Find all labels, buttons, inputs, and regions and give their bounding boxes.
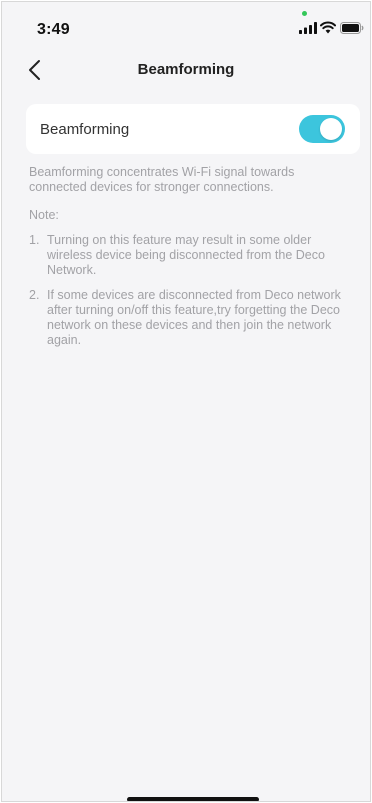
note-number: 2.: [29, 288, 40, 302]
battery-icon: [340, 22, 364, 34]
wifi-icon: [320, 21, 336, 34]
note-label: Note:: [29, 208, 59, 222]
note-text: If some devices are disconnected from De…: [47, 288, 341, 347]
beamforming-setting-card: Beamforming: [26, 104, 360, 154]
note-list: 1. Turning on this feature may result in…: [29, 233, 349, 348]
toggle-knob: [320, 118, 342, 140]
beamforming-toggle[interactable]: [299, 115, 345, 143]
home-indicator: [127, 797, 259, 801]
status-bar: 3:49: [2, 2, 370, 46]
status-time: 3:49: [37, 21, 70, 38]
feature-description: Beamforming concentrates Wi-Fi signal to…: [29, 165, 295, 194]
page-title: Beamforming: [137, 61, 235, 78]
privacy-indicator-dot: [302, 11, 307, 16]
note-item: 1. Turning on this feature may result in…: [29, 233, 349, 278]
beamforming-label: Beamforming: [40, 121, 130, 138]
app-screen: 3:49 Beamforming Beamforming Beamforming…: [1, 1, 371, 802]
navigation-bar: Beamforming: [2, 50, 370, 90]
signal-icon: [299, 22, 317, 34]
note-number: 1.: [29, 233, 40, 247]
note-item: 2. If some devices are disconnected from…: [29, 288, 349, 348]
note-text: Turning on this feature may result in so…: [47, 233, 325, 277]
